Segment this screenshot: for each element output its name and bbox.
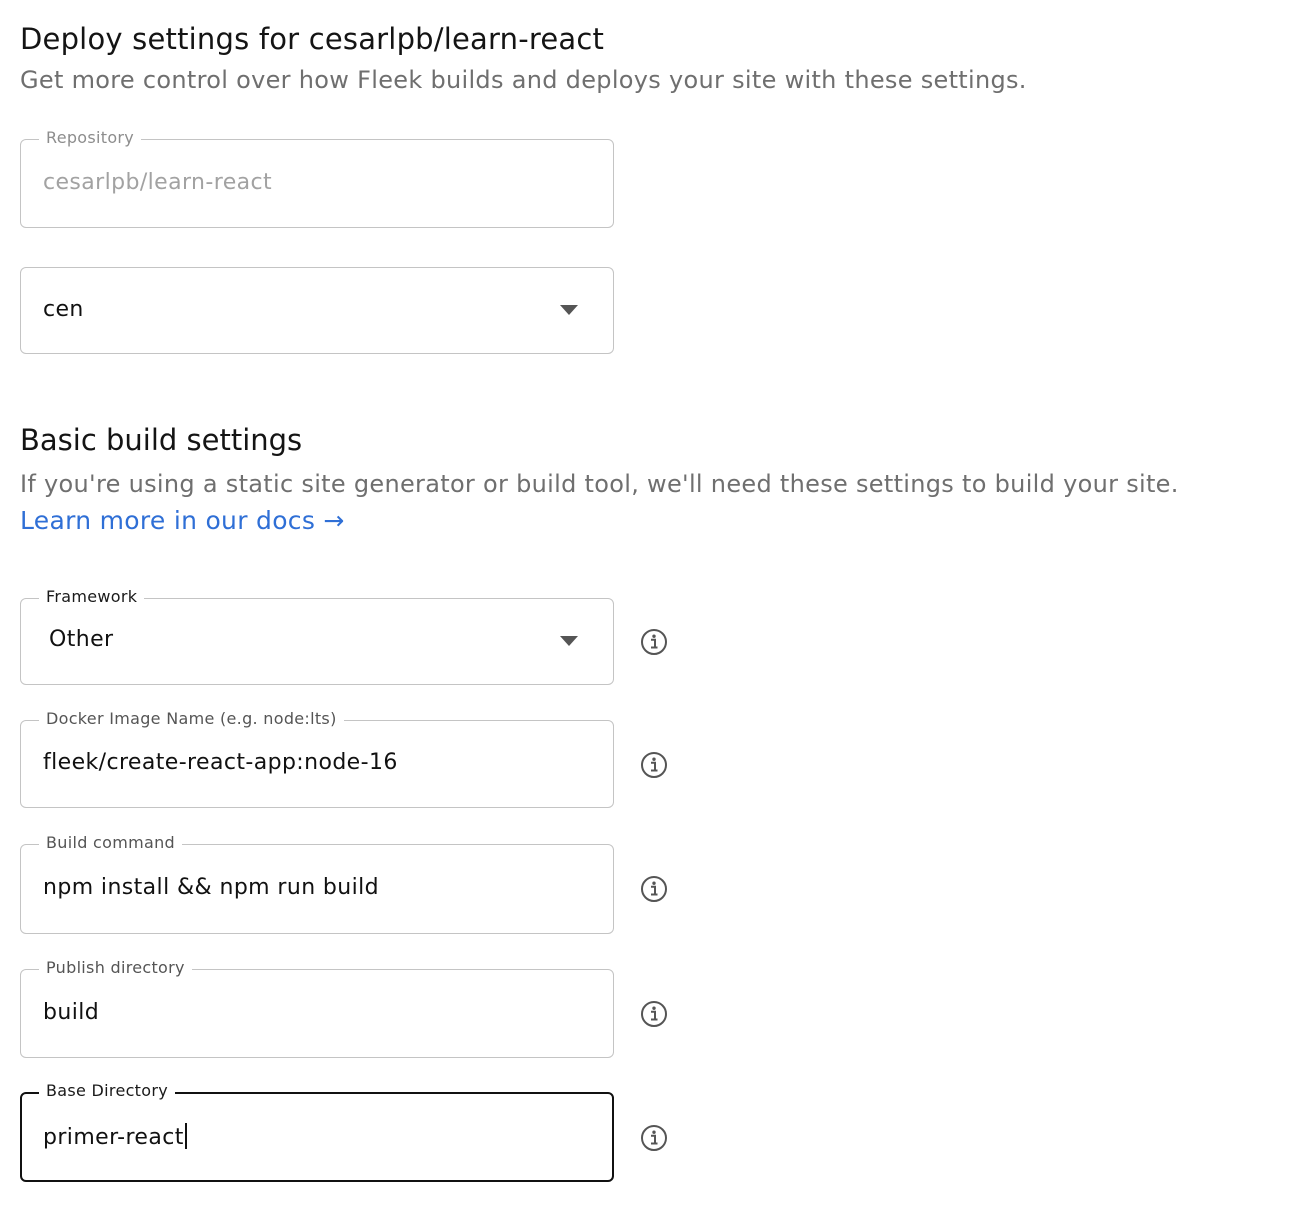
docker-image-field[interactable]: Docker Image Name (e.g. node:lts) fleek/… (20, 709, 614, 808)
branch-value: cen (43, 297, 84, 322)
section-title-build: Basic build settings (20, 423, 303, 457)
page-subtitle: Get more control over how Fleek builds a… (20, 66, 1027, 94)
framework-select[interactable]: Framework Other (20, 587, 614, 685)
base-directory-label: Base Directory (39, 1081, 175, 1101)
text-caret (184, 1123, 187, 1149)
info-icon[interactable] (640, 875, 668, 903)
framework-value: Other (49, 627, 114, 652)
publish-directory-field[interactable]: Publish directory build (20, 958, 614, 1058)
base-directory-field[interactable]: Base Directory primer-react (20, 1081, 614, 1182)
build-command-field[interactable]: Build command npm install && npm run bui… (20, 833, 614, 934)
info-icon[interactable] (640, 1000, 668, 1028)
base-directory-value: primer-react (43, 1125, 184, 1150)
info-icon[interactable] (640, 628, 668, 656)
page-title: Deploy settings for cesarlpb/learn-react (20, 22, 605, 56)
publish-directory-value: build (43, 1000, 100, 1025)
base-directory-input[interactable]: primer-react (43, 1123, 187, 1150)
repository-field: Repository cesarlpb/learn-react (20, 128, 614, 228)
branch-select[interactable]: cen (20, 267, 614, 354)
build-description: If you're using a static site generator … (20, 470, 1179, 498)
chevron-down-icon (560, 305, 578, 315)
framework-label: Framework (39, 587, 145, 607)
docker-image-label: Docker Image Name (e.g. node:lts) (39, 709, 344, 729)
build-command-label: Build command (39, 833, 183, 853)
docker-image-value: fleek/create-react-app:node-16 (43, 750, 398, 775)
info-icon[interactable] (640, 751, 668, 779)
build-command-value: npm install && npm run build (43, 875, 380, 900)
publish-directory-label: Publish directory (39, 958, 192, 978)
repository-value: cesarlpb/learn-react (43, 170, 273, 195)
docs-link[interactable]: Learn more in our docs → (20, 506, 345, 535)
repository-label: Repository (39, 128, 142, 148)
chevron-down-icon (560, 636, 578, 646)
info-icon[interactable] (640, 1124, 668, 1152)
